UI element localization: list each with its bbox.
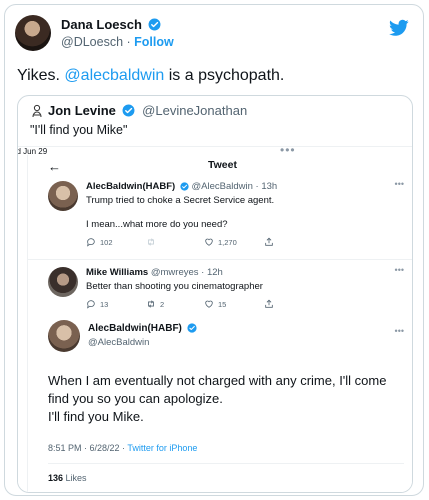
author-handle[interactable]: @DLoesch xyxy=(61,35,123,49)
more-dots-icon: ••• xyxy=(394,326,404,336)
like-action: 1,270 xyxy=(204,237,237,247)
like-icon xyxy=(205,238,213,246)
retweet-icon xyxy=(148,300,154,308)
list-item: AlecBaldwin(HABF) @AlecBaldwin · 13h •••… xyxy=(48,179,404,259)
avatar xyxy=(48,181,78,211)
screenshot-meta: 8:51 PM · 6/28/22 · Twitter for iPhone xyxy=(48,443,197,453)
retweet-action xyxy=(146,237,160,247)
follow-button[interactable]: Follow xyxy=(134,35,174,49)
reply-actions: 102 1,270 xyxy=(86,237,286,249)
main-text-line: find you so you can apologize. xyxy=(48,391,223,406)
like-count: 1,270 xyxy=(218,237,237,247)
author-avatar[interactable] xyxy=(15,15,51,51)
likes-label: Likes xyxy=(63,473,87,483)
tweet-text-after: is a psychopath. xyxy=(164,67,285,84)
retweet-action: 2 xyxy=(146,299,164,309)
main-text-line: I'll find you Mike. xyxy=(48,409,144,424)
retweet-icon xyxy=(148,238,154,246)
share-action xyxy=(264,237,274,247)
verified-badge-icon xyxy=(122,104,135,117)
quoted-tweet[interactable]: Jon Levine @LevineJonathan "I'll find yo… xyxy=(17,95,413,493)
meta-time: 8:51 PM · 6/28/22 · xyxy=(48,443,128,453)
embedded-screenshot: ed Jun 29 ••• ← Tweet AlecBaldwin(HABF) … xyxy=(18,143,412,492)
reply-author-handle: @mwreyes xyxy=(150,267,199,278)
share-icon xyxy=(265,237,273,246)
like-action: 15 xyxy=(204,299,226,309)
retweet-count: 2 xyxy=(160,299,165,309)
mention-link[interactable]: @alecbaldwin xyxy=(64,67,164,84)
reply-text-line: Better than shooting you cinematographer xyxy=(86,281,263,292)
reply-action: 102 xyxy=(86,237,113,247)
verified-badge-icon xyxy=(180,182,189,191)
reply-time: · 12h xyxy=(201,267,223,278)
more-dots-icon: ••• xyxy=(394,265,404,275)
share-action xyxy=(264,299,274,309)
screenshot-header-title: Tweet xyxy=(208,159,237,171)
author-handle-row: @DLoesch · Follow xyxy=(61,35,174,49)
reply-time: · 13h xyxy=(255,181,278,192)
twitter-bird-icon[interactable] xyxy=(389,19,409,37)
verified-badge-icon xyxy=(187,323,197,333)
tweet-text: Yikes. @alecbaldwin is a psychopath. xyxy=(17,67,284,85)
back-arrow-icon: ← xyxy=(48,159,61,174)
quoted-author-name: Jon Levine xyxy=(48,103,116,118)
main-text-line: When I am eventually not charged with an… xyxy=(48,373,387,388)
tweet-text-before: Yikes. xyxy=(17,67,65,84)
quoted-author-handle: @LevineJonathan xyxy=(142,103,248,118)
main-author-handle: @AlecBaldwin xyxy=(88,337,150,348)
reply-author-name: AlecBaldwin(HABF) xyxy=(86,181,176,192)
divider xyxy=(48,463,404,464)
divider xyxy=(28,259,412,260)
author-name[interactable]: Dana Loesch xyxy=(61,17,142,32)
author-name-row[interactable]: Dana Loesch xyxy=(61,17,161,32)
handle-separator: · xyxy=(123,35,135,49)
main-author-name: AlecBaldwin(HABF) xyxy=(88,323,182,334)
avatar xyxy=(48,267,78,297)
reply-author-name: Mike Williams xyxy=(86,267,149,278)
reply-actions: 13 2 15 xyxy=(86,299,286,311)
reply-icon xyxy=(87,238,95,247)
list-item: Mike Williams @mwreyes · 12h ••• Better … xyxy=(48,265,404,313)
reply-count: 13 xyxy=(100,299,109,309)
reply-count: 102 xyxy=(100,237,113,247)
meta-source: Twitter for iPhone xyxy=(127,443,198,453)
screenshot-frame: ← Tweet AlecBaldwin(HABF) @AlecBaldwin ·… xyxy=(27,155,412,492)
quoted-tweet-header: Jon Levine @LevineJonathan xyxy=(30,103,247,118)
reply-text-line: Trump tried to choke a Secret Service ag… xyxy=(86,195,275,206)
screenshot-main-text: When I am eventually not charged with an… xyxy=(48,372,398,426)
avatar xyxy=(48,320,80,352)
likes-row: 136 Likes xyxy=(48,473,87,483)
like-icon xyxy=(205,300,213,308)
reply-action: 13 xyxy=(86,299,108,309)
verified-badge-icon xyxy=(148,18,161,31)
quoted-author-avatar-icon xyxy=(32,104,42,118)
main-author-name-row: AlecBaldwin(HABF) xyxy=(88,323,197,334)
screenshot-main-author: AlecBaldwin(HABF) @AlecBaldwin ••• xyxy=(48,320,404,354)
tweet-embed-card[interactable]: Dana Loesch @DLoesch · Follow Yikes. @al… xyxy=(4,4,424,496)
likes-count: 136 xyxy=(48,473,64,483)
share-icon xyxy=(265,299,273,308)
reply-header: AlecBaldwin(HABF) @AlecBaldwin · 13h xyxy=(86,181,277,192)
tweet-author: Dana Loesch @DLoesch · Follow xyxy=(15,15,415,55)
quoted-tweet-text: "I'll find you Mike" xyxy=(30,123,128,137)
reply-header: Mike Williams @mwreyes · 12h xyxy=(86,267,223,278)
more-dots-icon: ••• xyxy=(394,179,404,189)
reply-icon xyxy=(87,300,95,309)
reply-author-handle: @AlecBaldwin xyxy=(191,181,253,192)
reply-text-line: I mean...what more do you need? xyxy=(86,219,228,230)
like-count: 15 xyxy=(218,299,227,309)
